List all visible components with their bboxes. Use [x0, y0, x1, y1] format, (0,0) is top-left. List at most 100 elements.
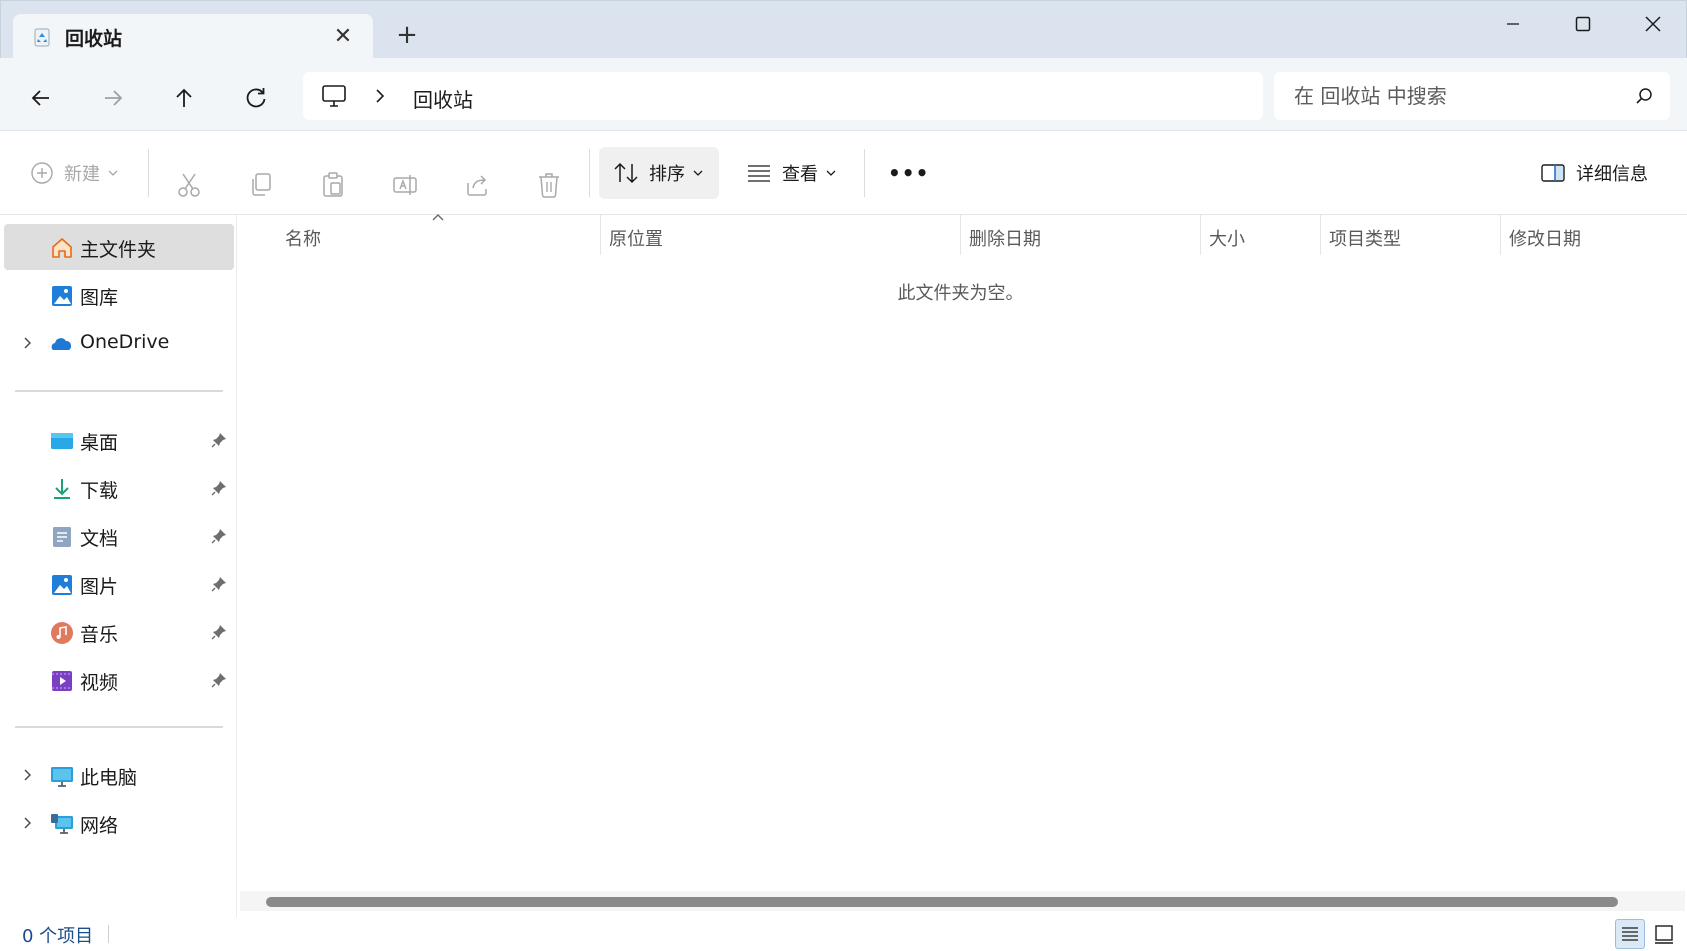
status-bar: 0 个项目 — [0, 917, 1687, 951]
new-button[interactable]: 新建 — [30, 147, 120, 199]
column-header-item-type[interactable]: 项目类型 — [1329, 215, 1401, 257]
command-bar: 新建 排序 查看 ••• 详细信息 — [0, 131, 1687, 215]
gallery-icon — [52, 286, 72, 306]
pin-icon[interactable] — [210, 671, 228, 689]
chevron-down-icon — [693, 170, 703, 176]
pin-icon[interactable] — [210, 527, 228, 545]
computer-icon[interactable] — [321, 84, 347, 108]
column-header-size[interactable]: 大小 — [1209, 215, 1245, 257]
column-header-original-location[interactable]: 原位置 — [609, 215, 663, 257]
toolbar-divider — [589, 149, 590, 197]
pin-icon[interactable] — [210, 431, 228, 449]
close-icon[interactable] — [1633, 9, 1673, 39]
more-options-button[interactable]: ••• — [888, 147, 929, 199]
address-location[interactable]: 回收站 — [413, 84, 473, 113]
view-button[interactable]: 查看 — [746, 147, 838, 199]
details-pane-icon — [1541, 164, 1565, 182]
sidebar-item-pictures[interactable]: 图片 — [4, 561, 234, 607]
sidebar-item-label: 文档 — [80, 528, 119, 550]
delete-icon[interactable] — [536, 159, 562, 211]
pictures-icon — [52, 575, 72, 595]
empty-folder-message: 此文件夹为空。 — [897, 283, 1024, 304]
column-header-name[interactable]: 名称 — [285, 215, 321, 257]
tab-title: 回收站 — [65, 28, 123, 50]
details-pane-button[interactable]: 详细信息 — [1540, 147, 1648, 199]
paste-icon[interactable] — [320, 159, 346, 211]
pin-icon[interactable] — [210, 575, 228, 593]
sidebar-item-this-pc[interactable]: 此电脑 — [4, 752, 234, 798]
large-icons-view-button[interactable] — [1649, 919, 1679, 949]
sidebar-item-label: OneDrive — [80, 331, 170, 353]
chevron-down-icon — [826, 170, 836, 176]
search-icon[interactable] — [1634, 86, 1654, 106]
minimize-icon[interactable] — [1493, 9, 1533, 39]
tab-close-icon[interactable]: ✕ — [329, 23, 357, 51]
sidebar-item-desktop[interactable]: 桌面 — [4, 417, 234, 463]
sidebar-item-label: 主文件夹 — [80, 239, 157, 261]
sidebar-item-label: 图库 — [80, 287, 119, 309]
back-arrow-icon[interactable] — [23, 80, 59, 116]
column-divider[interactable] — [960, 215, 961, 255]
sidebar-divider — [15, 726, 223, 728]
pin-icon[interactable] — [210, 623, 228, 641]
sidebar-item-downloads[interactable]: 下载 — [4, 465, 234, 511]
network-icon — [51, 814, 73, 834]
forward-arrow-icon[interactable] — [95, 80, 131, 116]
details-view-icon — [1622, 927, 1638, 941]
rename-icon[interactable] — [392, 159, 418, 211]
column-divider[interactable] — [600, 215, 601, 255]
chevron-right-icon[interactable] — [20, 766, 36, 784]
details-pane-label: 详细信息 — [1576, 164, 1648, 185]
sidebar-item-music[interactable]: 音乐 — [4, 609, 234, 655]
sidebar-item-videos[interactable]: 视频 — [4, 657, 234, 703]
column-divider[interactable] — [1500, 215, 1501, 255]
desktop-icon — [51, 433, 73, 449]
sort-button[interactable]: 排序 — [599, 147, 719, 199]
sidebar-item-documents[interactable]: 文档 — [4, 513, 234, 559]
search-input[interactable] — [1294, 82, 1614, 110]
sidebar-item-home[interactable]: 主文件夹 — [4, 224, 234, 270]
address-bar[interactable]: 回收站 — [303, 72, 1263, 120]
toolbar-divider — [148, 149, 149, 197]
new-tab-icon[interactable]: + — [393, 21, 421, 49]
chevron-right-icon[interactable] — [20, 814, 36, 832]
sidebar-item-network[interactable]: 网络 — [4, 800, 234, 846]
sidebar-item-label: 桌面 — [80, 432, 119, 454]
sidebar-item-label: 视频 — [80, 672, 119, 694]
this-pc-icon — [51, 767, 73, 787]
tab-recycle-bin[interactable]: 回收站 ✕ — [13, 14, 373, 60]
refresh-icon[interactable] — [238, 80, 274, 116]
column-header-date-modified[interactable]: 修改日期 — [1509, 215, 1581, 257]
item-count: 0 个项目 — [22, 926, 94, 947]
sort-arrows-icon — [614, 162, 638, 184]
up-arrow-icon[interactable] — [166, 80, 202, 116]
maximize-icon[interactable] — [1563, 9, 1603, 39]
horizontal-scrollbar[interactable] — [240, 891, 1685, 911]
scrollbar-thumb[interactable] — [266, 897, 1618, 907]
sidebar-item-onedrive[interactable]: OneDrive — [4, 320, 234, 366]
chevron-down-icon — [108, 170, 118, 176]
chevron-right-icon[interactable] — [20, 334, 36, 352]
sidebar-item-label: 此电脑 — [80, 767, 138, 789]
navigation-bar: 回收站 — [0, 58, 1687, 131]
sort-ascending-indicator — [432, 214, 444, 221]
view-list-icon — [748, 165, 770, 182]
share-icon[interactable] — [464, 159, 490, 211]
details-view-button[interactable] — [1615, 919, 1645, 949]
status-divider — [108, 925, 109, 943]
onedrive-icon — [51, 338, 72, 350]
pin-icon[interactable] — [210, 479, 228, 497]
chevron-right-icon[interactable] — [371, 86, 389, 106]
view-button-label: 查看 — [782, 164, 818, 185]
new-button-label: 新建 — [64, 164, 100, 185]
file-list: 名称 原位置 删除日期 大小 项目类型 修改日期 此文件夹为空。 — [238, 214, 1687, 917]
column-divider[interactable] — [1200, 215, 1201, 255]
column-header-date-deleted[interactable]: 删除日期 — [969, 215, 1041, 257]
sidebar-item-label: 下载 — [80, 480, 119, 502]
copy-icon[interactable] — [248, 159, 274, 211]
search-box[interactable] — [1274, 72, 1670, 120]
sidebar-item-gallery[interactable]: 图库 — [4, 272, 234, 318]
column-divider[interactable] — [1320, 215, 1321, 255]
cut-icon[interactable] — [176, 159, 202, 211]
recycle-bin-icon — [34, 28, 50, 47]
